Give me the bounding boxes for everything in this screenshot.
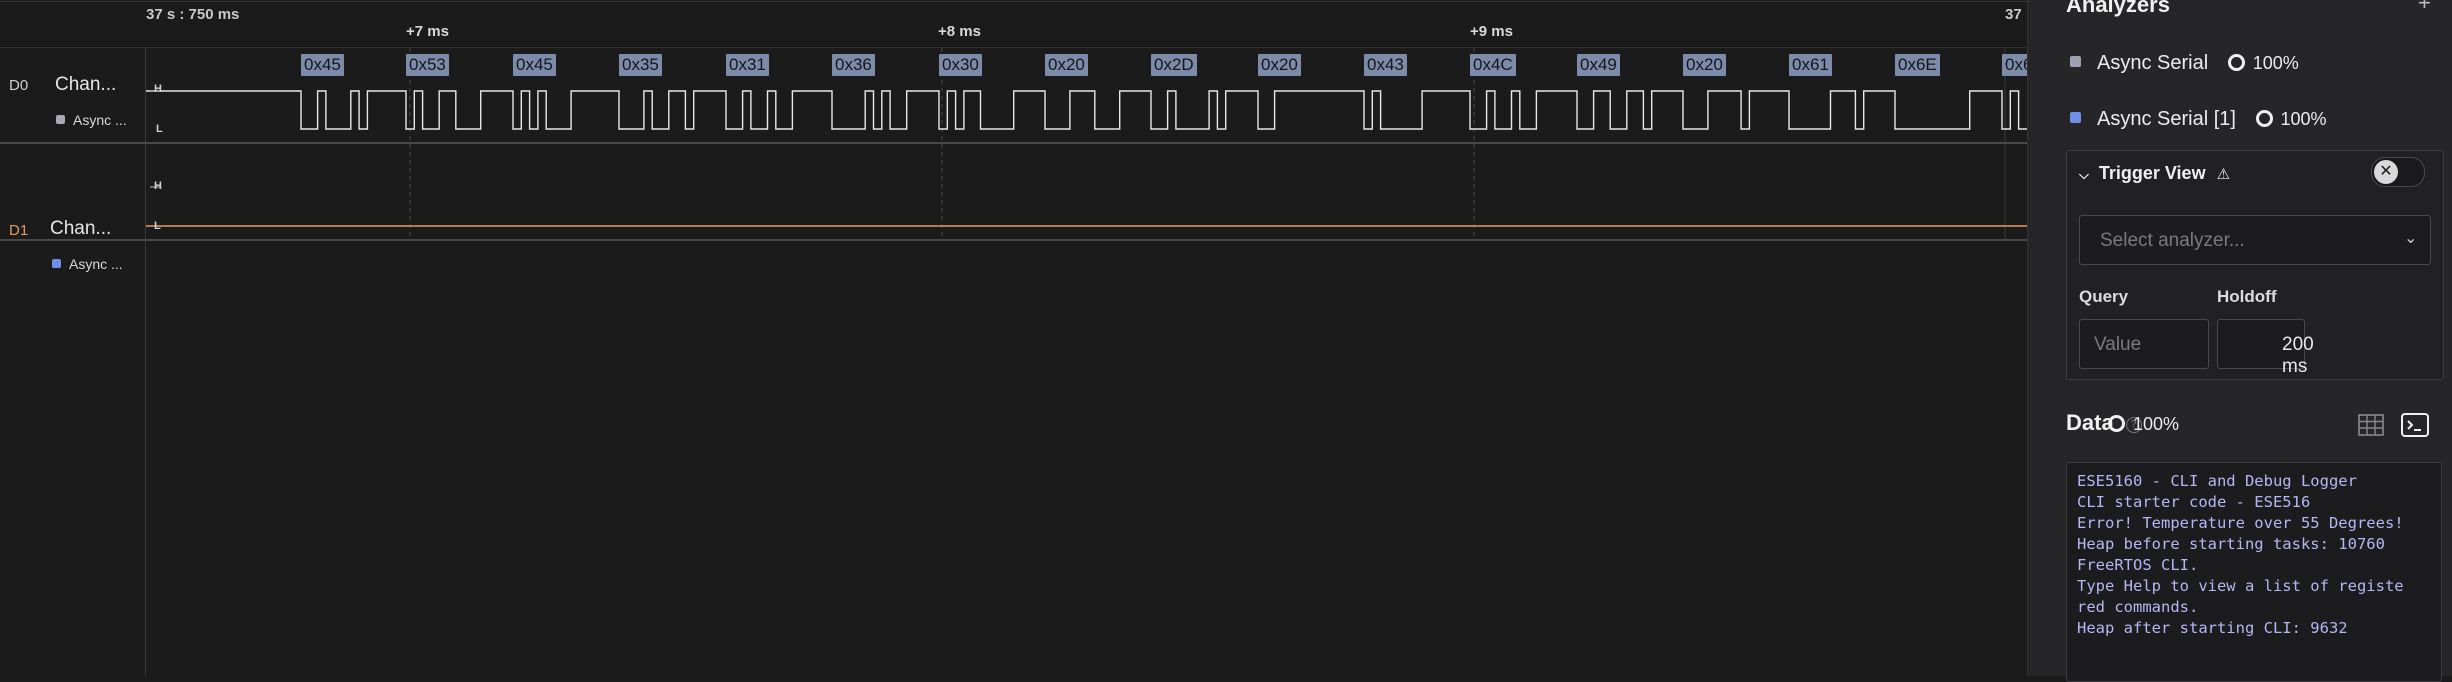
close-icon: ✕ <box>2374 160 2398 184</box>
channel-divider[interactable] <box>0 142 2027 144</box>
decoded-byte-label[interactable]: 0x6 <box>2002 54 2027 76</box>
analyzer-item-async-serial[interactable]: Async Serial 100% <box>2070 52 2299 75</box>
timeline-tick-label: +8 ms <box>938 23 981 40</box>
level-low-label: L <box>154 220 161 232</box>
timeline-right-label: 37 <box>2005 6 2022 23</box>
decoded-byte-label[interactable]: 0x53 <box>406 54 449 76</box>
decoded-byte-label[interactable]: 0x31 <box>726 54 769 76</box>
analyzer-progress: 100% <box>2255 109 2327 130</box>
query-input[interactable]: Value <box>2079 319 2209 369</box>
analyzers-panel: Analyzers + Async Serial 100% Async Seri… <box>2027 0 2452 682</box>
decoded-byte-label[interactable]: 0x20 <box>1045 54 1088 76</box>
terminal-output[interactable]: ESE5160 - CLI and Debug Logger CLI starte… <box>2066 462 2442 682</box>
decoded-byte-label[interactable]: 0x4C <box>1470 54 1516 76</box>
terminal-line: CLI starter code - ESE516 <box>2077 493 2311 511</box>
decoded-byte-label[interactable]: 0x61 <box>1789 54 1832 76</box>
decoded-byte-label[interactable]: 0x45 <box>301 54 344 76</box>
terminal-view-icon[interactable] <box>2400 410 2430 440</box>
decoded-byte-label[interactable]: 0x20 <box>1258 54 1301 76</box>
analyzer-item-async-serial-1[interactable]: Async Serial [1] 100% <box>2070 108 2327 131</box>
channel-name[interactable]: Chan... <box>55 74 116 96</box>
channel-row-d0[interactable]: D0 Chan... Async ... <box>0 48 145 144</box>
decoded-byte-label[interactable]: 0x45 <box>513 54 556 76</box>
analyzer-color-swatch <box>2070 112 2081 123</box>
data-progress: 100% <box>2108 414 2179 435</box>
analyzer-progress: 100% <box>2227 53 2299 74</box>
decoded-byte-label[interactable]: 0x43 <box>1364 54 1407 76</box>
waveform-canvas[interactable] <box>0 0 2027 676</box>
timeline-ruler[interactable]: 37 s : 750 ms 37 +7 ms +8 ms +9 ms <box>0 0 2027 48</box>
channel-row-d1[interactable]: D1 Chan... Async ... <box>0 146 145 272</box>
level-low-label: L <box>156 123 163 135</box>
progress-ring-icon <box>2108 415 2125 432</box>
progress-ring-icon <box>2227 54 2245 71</box>
analyzer-color-swatch <box>2070 56 2081 67</box>
channel-analyzer[interactable]: Async ... <box>52 256 123 272</box>
trigger-view-header[interactable]: ⌵ Trigger View ⚠ <box>2079 163 2230 184</box>
timeline-origin-label: 37 s : 750 ms <box>146 6 240 23</box>
decoded-byte-label[interactable]: 0x35 <box>619 54 662 76</box>
decoded-byte-label[interactable]: 0x2D <box>1151 54 1197 76</box>
terminal-line: Heap after starting CLI: 9632 <box>2077 619 2348 637</box>
channel-analyzer[interactable]: Async ... <box>56 112 127 128</box>
decoded-byte-label[interactable]: 0x36 <box>832 54 875 76</box>
trigger-view-toggle[interactable]: ✕ <box>2371 157 2425 187</box>
decoded-byte-label[interactable]: 0x6E <box>1895 54 1940 76</box>
chevron-down-icon[interactable]: ⌵ <box>2079 167 2089 183</box>
timeline-tick-label: +7 ms <box>406 23 449 40</box>
channel-d0-waveform[interactable] <box>146 90 2027 130</box>
terminal-line: ESE5160 - CLI and Debug Logger <box>2077 472 2357 490</box>
analyzer-color-dot <box>56 115 65 124</box>
channel-id: D1 <box>9 222 29 239</box>
add-analyzer-button[interactable]: + <box>2418 0 2431 16</box>
analyzer-name: Async Serial [1] <box>2097 108 2236 130</box>
panel-title: Analyzers <box>2066 0 2170 17</box>
terminal-line: Error! Temperature over 55 Degrees! <box>2077 514 2404 532</box>
trigger-view-section: ⌵ Trigger View ⚠ ✕ Select analyzer... ⌄ Q… <box>2066 150 2444 380</box>
level-high-label: H <box>154 180 162 192</box>
progress-ring-icon <box>2255 110 2273 127</box>
timeline-tick-label: +9 ms <box>1470 23 1513 40</box>
channel-divider[interactable] <box>0 239 2027 241</box>
table-view-icon[interactable] <box>2356 410 2386 440</box>
decoded-byte-label[interactable]: 0x49 <box>1577 54 1620 76</box>
chevron-down-icon: ⌄ <box>2404 230 2418 247</box>
channel-name[interactable]: Chan... <box>50 218 111 240</box>
terminal-line: red commands. <box>2077 598 2199 616</box>
terminal-line: FreeRTOS CLI. <box>2077 556 2199 574</box>
holdoff-label: Holdoff <box>2217 287 2277 306</box>
query-label: Query <box>2079 287 2129 306</box>
terminal-line: Type Help to view a list of registe <box>2077 577 2404 595</box>
trigger-analyzer-select[interactable]: Select analyzer... ⌄ <box>2079 215 2431 265</box>
holdoff-input[interactable]: 200 ms <box>2217 319 2314 377</box>
waveform-area[interactable]: 37 s : 750 ms 37 +7 ms +8 ms +9 ms D0 Ch… <box>0 0 2027 676</box>
analyzer-name: Async Serial <box>2097 52 2209 74</box>
terminal-line: Heap before starting tasks: 10760 <box>2077 535 2385 553</box>
select-placeholder: Select analyzer... <box>2100 230 2245 251</box>
level-high-label: H <box>154 83 162 95</box>
decoded-byte-label[interactable]: 0x30 <box>939 54 982 76</box>
warning-icon: ⚠ <box>2216 166 2231 183</box>
analyzer-color-dot <box>52 259 61 268</box>
channel-id: D0 <box>9 77 29 94</box>
decoded-byte-label[interactable]: 0x20 <box>1683 54 1726 76</box>
